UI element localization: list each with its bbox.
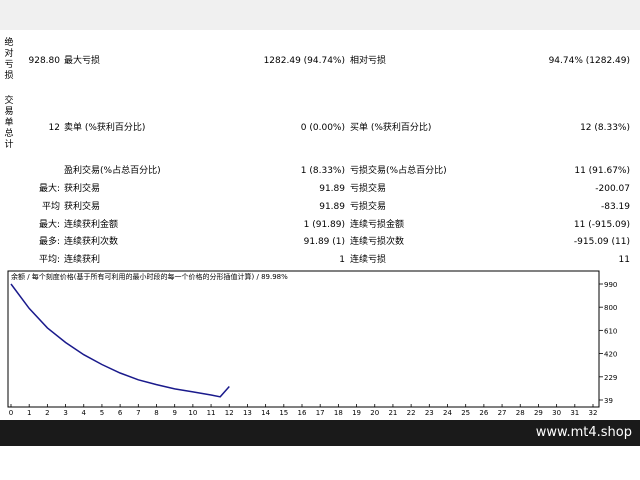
max-drawdown-value: 1282.49 (94.74%) [263,56,345,66]
x-tick-label: 7 [136,409,140,417]
x-tick-label: 0 [9,409,13,417]
x-tick-label: 23 [425,409,434,417]
x-tick-label: 4 [82,409,87,417]
trades-total-value: 12 [48,123,60,133]
x-tick-label: 18 [334,409,343,417]
x-tick-label: 9 [172,409,176,417]
avg-consecutive-prefix: 平均: [38,255,60,265]
report-panel: 绝对亏损 交易单总计 928.80 最大亏损 1282.49 (94.74%) … [0,30,640,270]
y-tick-label: 229 [604,374,617,382]
x-tick-label: 30 [552,409,561,417]
x-tick-label: 16 [298,409,307,417]
average-loss-label: 亏损交易 [350,202,387,212]
bottom-area [0,446,640,480]
chart-title: 余额 / 每个刻度价格(基于所有可利用的最小时段的每一个价格的分形插值计算) /… [11,272,288,281]
avg-consec-wins-value: 1 [339,255,345,265]
x-tick-label: 27 [498,409,507,417]
x-tick-label: 13 [243,409,252,417]
rel-drawdown-value: 94.74% (1282.49) [548,56,630,66]
x-tick-label: 20 [370,409,379,417]
x-tick-label: 14 [261,409,270,417]
x-tick-label: 8 [154,409,158,417]
largest-prefix: 最大: [38,184,60,194]
y-tick-label: 990 [604,281,617,289]
max-consec-losses-value: 11 (-915.09) [573,220,630,230]
x-tick-label: 24 [443,409,452,417]
loss-trades-value: 11 (91.67%) [574,166,630,176]
profit-trades-value: 1 (8.33%) [300,166,345,176]
avg-consec-losses-label: 连续亏损 [350,255,387,265]
max-drawdown-label: 最大亏损 [64,56,101,66]
x-tick-label: 11 [207,409,216,417]
x-tick-label: 10 [188,409,197,417]
max-consec-wins-value: 1 (91.89) [303,220,345,230]
x-tick-label: 29 [534,409,543,417]
long-trades-label: 买单 (%获利百分比) [350,123,432,133]
x-tick-label: 5 [100,409,104,417]
average-loss-value: -83.19 [600,202,630,212]
avg-consec-wins-label: 连续获利 [64,255,101,265]
y-tick-label: 800 [604,304,617,312]
x-tick-label: 32 [589,409,598,417]
rel-drawdown-label: 相对亏损 [350,56,387,66]
abs-drawdown-value: 928.80 [28,56,61,66]
average-profit-label: 获利交易 [64,202,101,212]
average-profit-value: 91.89 [319,202,345,212]
maximal-consec-profit-value: 91.89 (1) [303,237,345,247]
x-tick-label: 22 [407,409,416,417]
avg-consec-losses-value: 11 [618,255,630,265]
x-tick-label: 28 [516,409,525,417]
x-tick-label: 19 [352,409,361,417]
maximal-consec-profit-label: 连续获利次数 [64,237,119,247]
largest-loss-label: 亏损交易 [350,184,387,194]
largest-profit-label: 获利交易 [64,184,101,194]
x-tick-label: 25 [461,409,470,417]
maximal-prefix: 最多: [38,237,60,247]
x-tick-label: 12 [225,409,234,417]
y-tick-label: 610 [604,327,617,335]
balance-chart: 余额 / 每个刻度价格(基于所有可利用的最小时段的每一个价格的分形插值计算) /… [0,270,640,420]
y-tick-label: 39 [604,397,613,405]
short-trades-label: 卖单 (%获利百分比) [64,123,146,133]
x-tick-label: 31 [570,409,579,417]
x-tick-label: 26 [479,409,488,417]
abs-drawdown-label: 绝对亏损 [4,38,14,81]
y-tick-label: 420 [604,351,617,359]
x-tick-label: 2 [45,409,49,417]
average-prefix: 平均 [41,202,60,212]
x-tick-label: 17 [316,409,325,417]
long-trades-value: 12 (8.33%) [580,123,630,133]
maximal-consec-loss-label: 连续亏损次数 [350,237,405,247]
x-tick-label: 6 [118,409,123,417]
loss-trades-label: 亏损交易(%占总百分比) [350,166,447,176]
x-tick-label: 21 [388,409,397,417]
max-consec-losses-label: 连续亏损金额 [350,220,405,230]
x-tick-label: 15 [279,409,288,417]
trades-total-label: 交易单总计 [4,96,14,150]
footer-brand: www.mt4.shop [535,425,632,440]
profit-trades-label: 盈利交易(%占总百分比) [64,166,161,176]
plot-area [7,270,600,408]
x-tick-label: 3 [63,409,67,417]
max-consecutive-prefix: 最大: [38,220,60,230]
largest-loss-value: -200.07 [595,184,630,194]
footer-bar: www.mt4.shop [0,420,640,446]
max-consec-wins-label: 连续获利金额 [64,220,119,230]
largest-profit-value: 91.89 [319,184,345,194]
short-trades-value: 0 (0.00%) [300,123,345,133]
maximal-consec-loss-value: -915.09 (11) [573,237,630,247]
x-tick-label: 1 [27,409,31,417]
